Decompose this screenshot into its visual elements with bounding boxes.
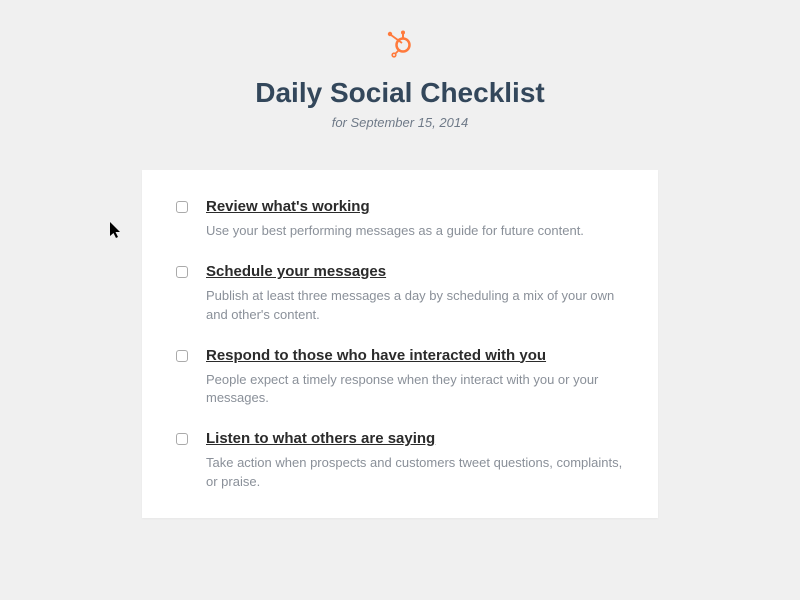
page-date: for September 15, 2014 <box>0 115 800 130</box>
checkbox[interactable] <box>176 350 188 362</box>
page-title: Daily Social Checklist <box>0 77 800 109</box>
checklist-item: Listen to what others are saying Take ac… <box>176 430 624 492</box>
checklist-item: Schedule your messages Publish at least … <box>176 263 624 325</box>
hubspot-logo-icon <box>386 30 414 63</box>
checkbox[interactable] <box>176 201 188 213</box>
item-desc: Use your best performing messages as a g… <box>206 222 624 241</box>
item-content: Listen to what others are saying Take ac… <box>206 430 624 492</box>
item-content: Schedule your messages Publish at least … <box>206 263 624 325</box>
item-content: Review what's working Use your best perf… <box>206 198 624 241</box>
checkbox[interactable] <box>176 266 188 278</box>
cursor-icon <box>110 222 124 245</box>
header: Daily Social Checklist for September 15,… <box>0 0 800 130</box>
checklist-item: Respond to those who have interacted wit… <box>176 347 624 409</box>
item-title-link[interactable]: Schedule your messages <box>206 263 386 280</box>
checkbox[interactable] <box>176 433 188 445</box>
item-title-link[interactable]: Listen to what others are saying <box>206 430 435 447</box>
item-desc: People expect a timely response when the… <box>206 371 624 409</box>
checklist-item: Review what's working Use your best perf… <box>176 198 624 241</box>
item-desc: Publish at least three messages a day by… <box>206 287 624 325</box>
item-title-link[interactable]: Review what's working <box>206 198 370 215</box>
checklist-card: Review what's working Use your best perf… <box>142 170 658 518</box>
item-content: Respond to those who have interacted wit… <box>206 347 624 409</box>
item-title-link[interactable]: Respond to those who have interacted wit… <box>206 347 546 364</box>
item-desc: Take action when prospects and customers… <box>206 454 624 492</box>
